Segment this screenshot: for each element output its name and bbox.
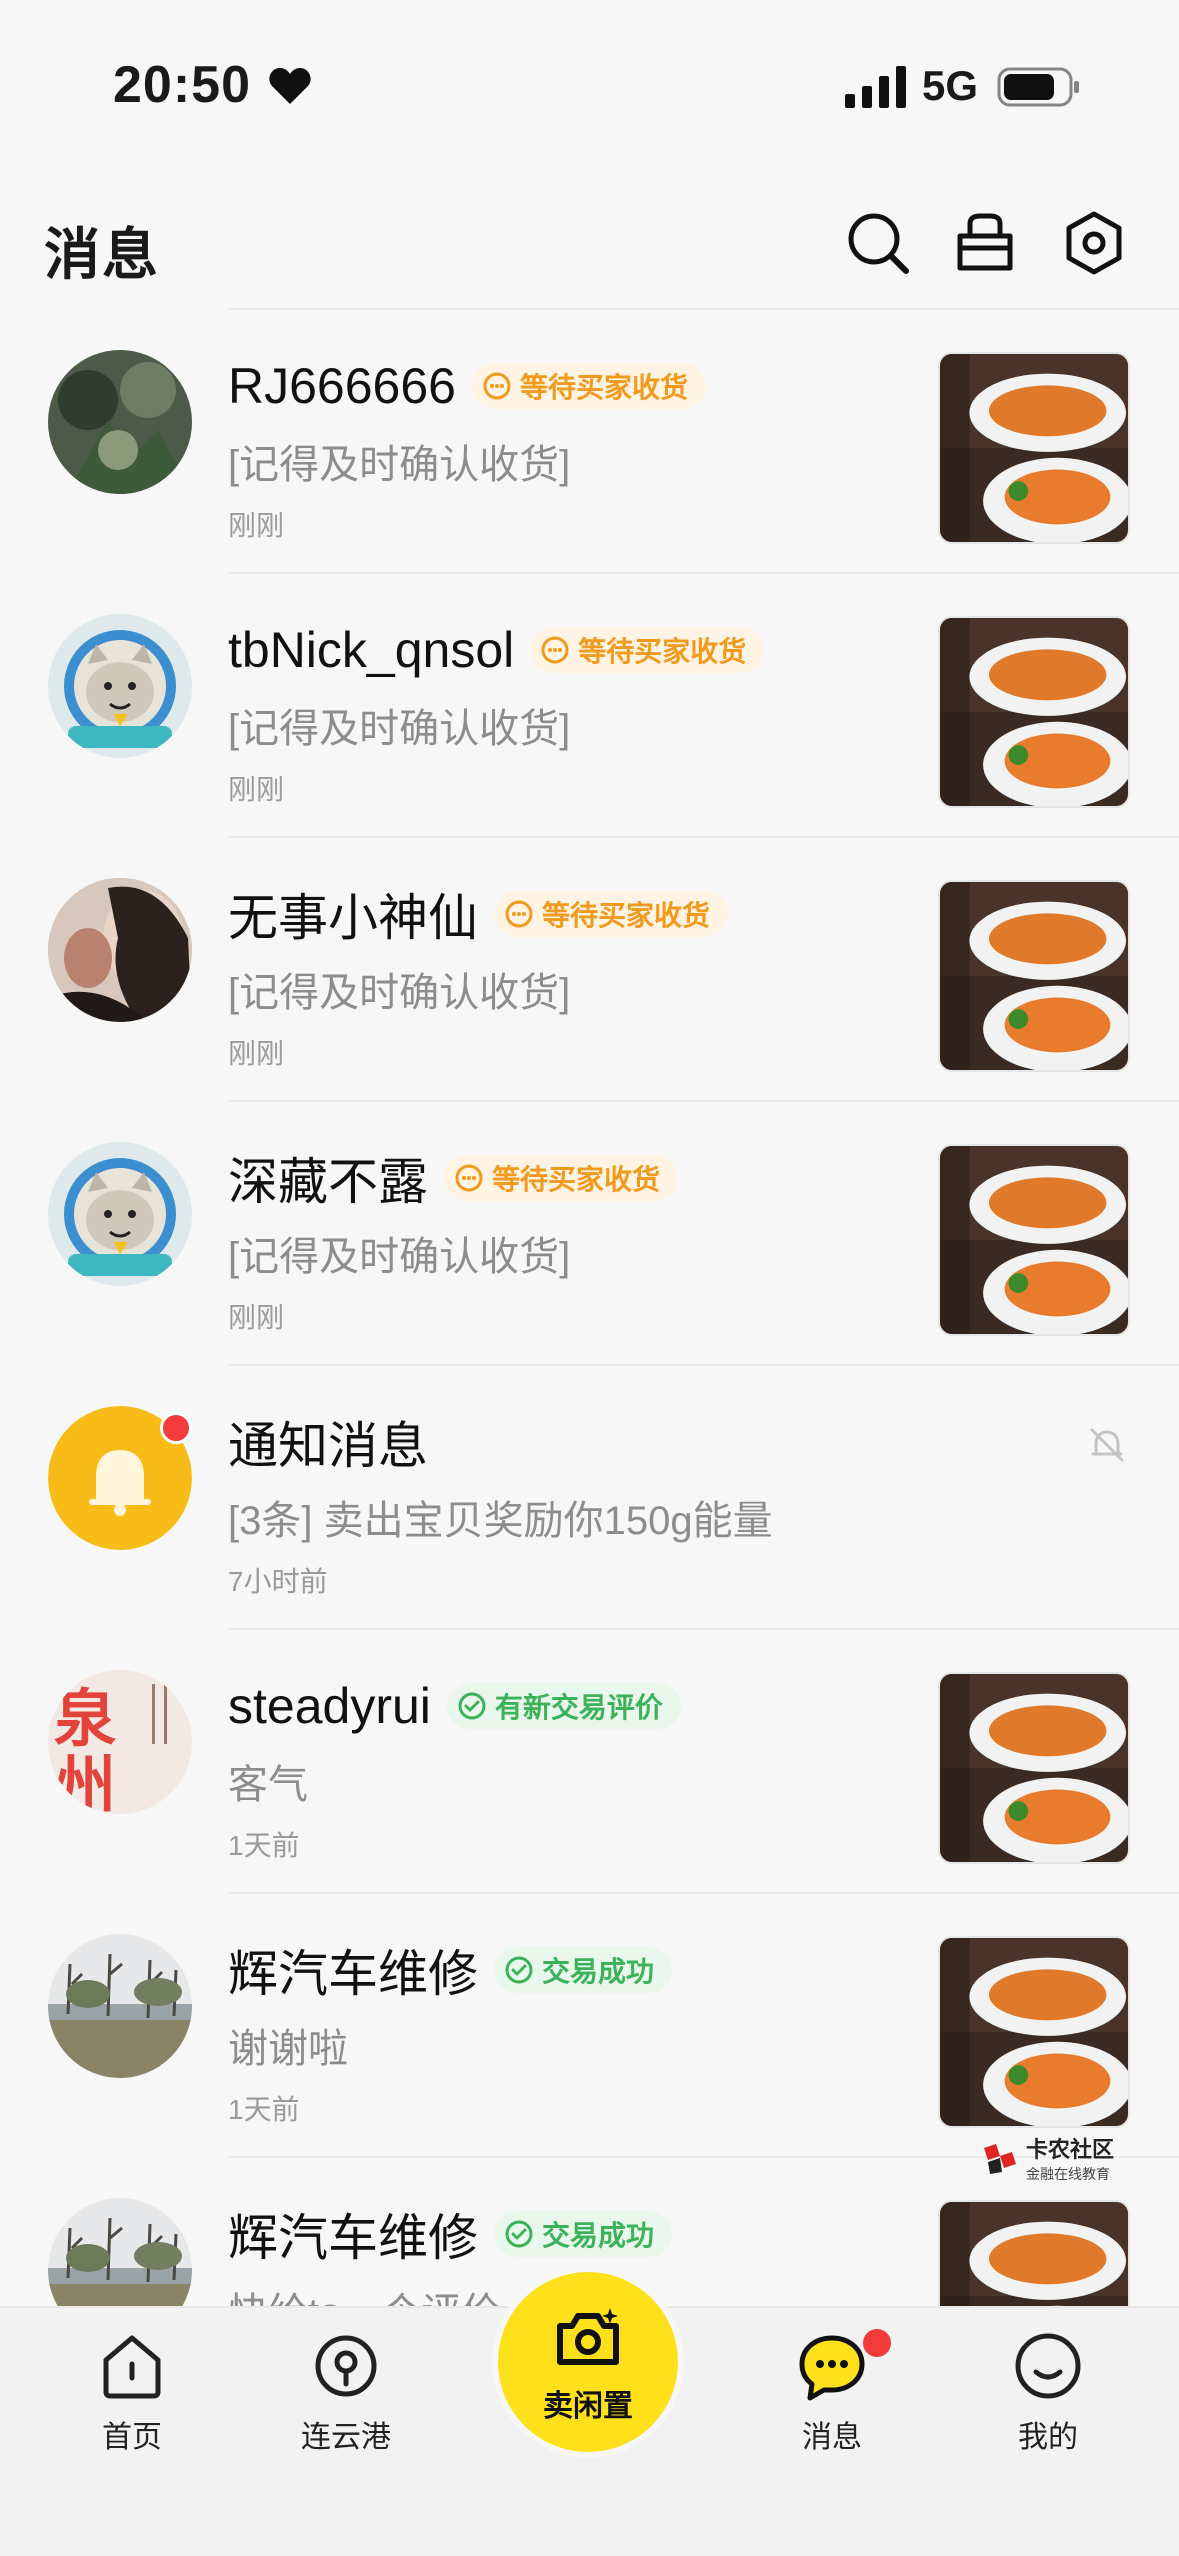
status-badge: 等待买家收货 bbox=[494, 891, 729, 937]
check-circle-icon bbox=[505, 1956, 533, 1984]
message-row[interactable]: 无事小神仙 等待买家收货 [记得及时确认收货] 刚刚 bbox=[0, 836, 1179, 1100]
contact-name: 无事小神仙 bbox=[228, 890, 478, 946]
contact-name: steadyrui bbox=[228, 1678, 431, 1734]
avatar bbox=[48, 1142, 192, 1286]
avatar bbox=[48, 350, 192, 494]
message-preview: [记得及时确认收货] bbox=[228, 971, 571, 1015]
product-thumbnail[interactable] bbox=[938, 616, 1130, 808]
avatar-text-2: 州 bbox=[54, 1748, 116, 1814]
status-badge: 交易成功 bbox=[494, 2211, 673, 2257]
message-time: 1天前 bbox=[228, 2094, 300, 2125]
contact-name: tbNick_qnsol bbox=[228, 622, 515, 678]
camera-icon bbox=[557, 2308, 619, 2365]
page-title: 消息 bbox=[44, 223, 160, 286]
message-preview: [3条] 卖出宝贝奖励你150g能量 bbox=[228, 1499, 773, 1543]
status-badge: 交易成功 bbox=[494, 1947, 673, 1993]
nav-home[interactable]: 首页 bbox=[62, 2328, 202, 2456]
product-thumbnail[interactable] bbox=[938, 880, 1130, 1072]
contact-name: 辉汽车维修 bbox=[228, 2210, 478, 2266]
pending-icon bbox=[483, 372, 511, 400]
status-badge: 等待买家收货 bbox=[471, 363, 706, 409]
contact-name: 通知消息 bbox=[228, 1418, 428, 1474]
product-thumbnail[interactable] bbox=[938, 1936, 1130, 2128]
avatar bbox=[48, 878, 192, 1022]
status-badge: 等待买家收货 bbox=[530, 627, 765, 673]
unread-badge bbox=[860, 2326, 894, 2360]
message-row[interactable]: RJ666666 等待买家收货 [记得及时确认收货] 刚刚 bbox=[0, 308, 1179, 572]
check-circle-icon bbox=[458, 1692, 486, 1720]
watermark-logo bbox=[984, 2144, 1016, 2174]
status-time: 20:50 bbox=[113, 56, 251, 114]
product-thumbnail[interactable] bbox=[938, 1144, 1130, 1336]
message-preview: 客气 bbox=[228, 1763, 308, 1807]
contact-name: RJ666666 bbox=[228, 358, 456, 414]
message-row[interactable]: 辉汽车维修 交易成功 谢谢啦 1天前 bbox=[0, 1892, 1179, 2156]
message-row[interactable]: 泉州 steadyrui 有新交易评价 客气 1天前 bbox=[0, 1628, 1179, 1892]
message-time: 1天前 bbox=[228, 1830, 300, 1861]
message-time: 7小时前 bbox=[228, 1566, 328, 1597]
status-bar: 20:50 5G bbox=[0, 0, 1179, 150]
nav-city[interactable]: 连云港 bbox=[276, 2328, 416, 2456]
signal-icon bbox=[845, 66, 906, 108]
header: 消息 bbox=[0, 190, 1179, 300]
watermark: 卡农社区 金融在线教育 bbox=[980, 2132, 1114, 2184]
status-badge: 等待买家收货 bbox=[444, 1155, 679, 1201]
battery-icon bbox=[997, 67, 1079, 107]
message-time: 刚刚 bbox=[228, 510, 285, 541]
home-icon bbox=[103, 2335, 161, 2399]
message-preview: 谢谢啦 bbox=[228, 2027, 348, 2071]
mute-bell-icon[interactable] bbox=[1086, 1424, 1128, 1466]
chat-bubble-icon bbox=[799, 2335, 865, 2401]
pending-icon bbox=[455, 1164, 483, 1192]
sell-button[interactable]: 卖闲置 bbox=[498, 2272, 678, 2452]
settings-icon[interactable] bbox=[1059, 208, 1129, 278]
product-thumbnail[interactable] bbox=[938, 1672, 1130, 1864]
product-thumbnail[interactable] bbox=[938, 352, 1130, 544]
status-badge: 有新交易评价 bbox=[446, 1683, 681, 1729]
check-circle-icon bbox=[505, 2220, 533, 2248]
unread-dot bbox=[160, 1412, 192, 1444]
message-list: RJ666666 等待买家收货 [记得及时确认收货] 刚刚 tbNick_qns… bbox=[0, 308, 1179, 2420]
message-time: 刚刚 bbox=[228, 1302, 285, 1333]
message-time: 刚刚 bbox=[228, 1038, 285, 1069]
heart-icon bbox=[269, 68, 311, 104]
notification-row[interactable]: 通知消息 [3条] 卖出宝贝奖励你150g能量 7小时前 bbox=[0, 1364, 1179, 1628]
message-preview: [记得及时确认收货] bbox=[228, 1235, 571, 1279]
message-time: 刚刚 bbox=[228, 774, 285, 805]
shop-bag-icon[interactable] bbox=[950, 208, 1020, 278]
message-preview: [记得及时确认收货] bbox=[228, 707, 571, 751]
avatar bbox=[48, 614, 192, 758]
avatar: 泉州 bbox=[48, 1670, 192, 1814]
pending-icon bbox=[505, 900, 533, 928]
network-label: 5G bbox=[922, 62, 979, 109]
pending-icon bbox=[541, 636, 569, 664]
search-icon[interactable] bbox=[843, 208, 913, 278]
bottom-nav: 首页 连云港 卖闲置 消息 我的 bbox=[0, 2272, 1179, 2556]
contact-name: 辉汽车维修 bbox=[228, 1946, 478, 2002]
contact-name: 深藏不露 bbox=[228, 1154, 428, 1210]
avatar-text-1: 泉 bbox=[54, 1682, 116, 1755]
message-preview: [记得及时确认收货] bbox=[228, 443, 571, 487]
location-pin-icon bbox=[315, 2335, 377, 2397]
message-row[interactable]: 深藏不露 等待买家收货 [记得及时确认收货] 刚刚 bbox=[0, 1100, 1179, 1364]
message-row[interactable]: tbNick_qnsol 等待买家收货 [记得及时确认收货] 刚刚 bbox=[0, 572, 1179, 836]
nav-mine[interactable]: 我的 bbox=[978, 2328, 1118, 2456]
smiley-icon bbox=[1015, 2333, 1081, 2399]
avatar bbox=[48, 1934, 192, 2078]
